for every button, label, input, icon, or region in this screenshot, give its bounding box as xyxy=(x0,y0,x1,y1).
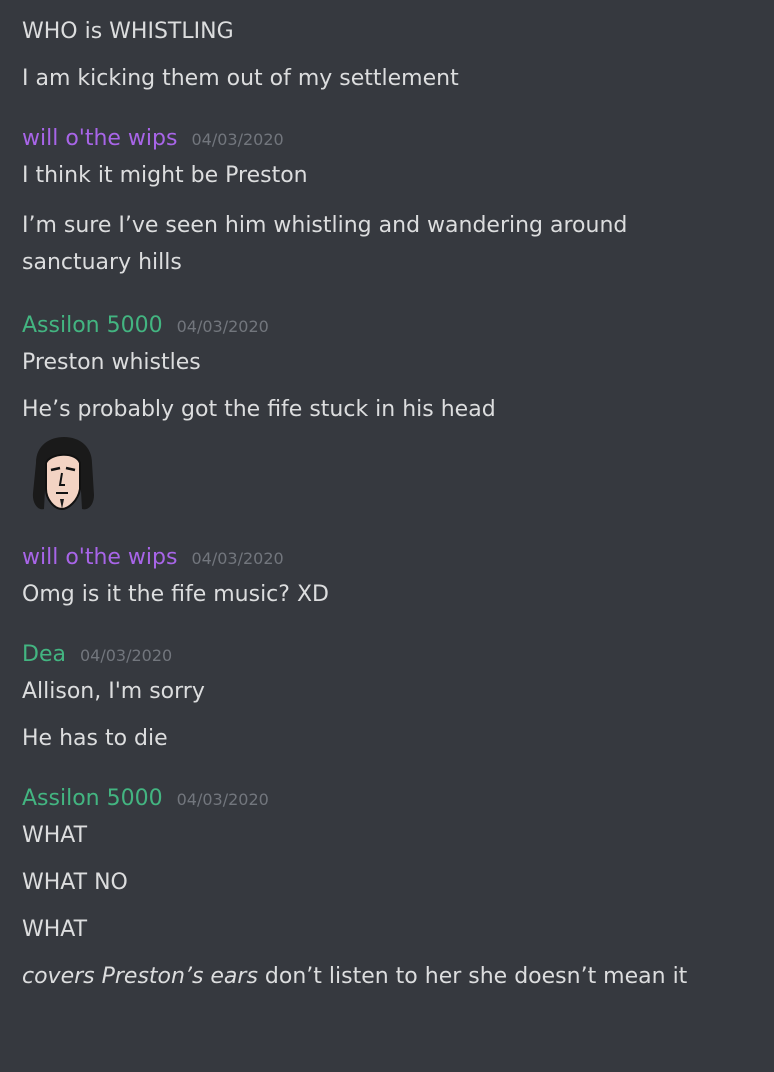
message-text: I am kicking them out of my settlement xyxy=(22,66,459,91)
author-name[interactable]: will o'the wips xyxy=(22,124,177,154)
timestamp: 04/03/2020 xyxy=(191,130,284,149)
face-emoji[interactable] xyxy=(22,433,102,513)
message-group: will o'the wips 04/03/2020 I think it mi… xyxy=(22,124,752,281)
message-text: WHAT NO xyxy=(22,870,128,895)
message-text: I think it might be Preston xyxy=(22,163,308,188)
message-text: Allison, I'm sorry xyxy=(22,679,205,704)
message-text: He has to die xyxy=(22,726,168,751)
author-name[interactable]: Assilon 5000 xyxy=(22,311,163,341)
message-group: WHO is WHISTLING I am kicking them out o… xyxy=(22,16,752,94)
timestamp: 04/03/2020 xyxy=(191,549,284,568)
timestamp: 04/03/2020 xyxy=(176,317,269,336)
message-header: Assilon 5000 04/03/2020 xyxy=(22,311,752,341)
message-header: Dea 04/03/2020 xyxy=(22,640,752,670)
message-text: WHAT xyxy=(22,917,88,942)
chat-log: WHO is WHISTLING I am kicking them out o… xyxy=(0,0,774,992)
message-header: will o'the wips 04/03/2020 xyxy=(22,124,752,154)
author-name[interactable]: Assilon 5000 xyxy=(22,784,163,814)
message-text: He’s probably got the fife stuck in his … xyxy=(22,397,496,422)
message-group: Assilon 5000 04/03/2020 Preston whistles… xyxy=(22,311,752,513)
timestamp: 04/03/2020 xyxy=(79,646,173,665)
message-header: Assilon 5000 04/03/2020 xyxy=(22,784,752,814)
message-text: Preston whistles xyxy=(22,350,201,375)
author-name[interactable]: will o'the wips xyxy=(22,543,177,573)
message-text: Omg is it the fife music? XD xyxy=(22,582,329,607)
message-group: Dea 04/03/2020 Allison, I'm sorry He has… xyxy=(22,640,752,754)
message-group: will o'the wips 04/03/2020 Omg is it the… xyxy=(22,543,752,610)
timestamp: 04/03/2020 xyxy=(176,790,269,809)
italic-text: covers Preston’s ears xyxy=(22,964,258,989)
message-header: will o'the wips 04/03/2020 xyxy=(22,543,752,573)
author-name[interactable]: Dea xyxy=(22,640,66,670)
message-text: I’m sure I’ve seen him whistling and wan… xyxy=(22,213,635,275)
message-text: covers Preston’s ears don’t listen to he… xyxy=(22,961,752,992)
message-text: WHAT xyxy=(22,823,88,848)
face-emoji-icon xyxy=(32,437,94,511)
message-text-rest: don’t listen to her she doesn’t mean it xyxy=(257,964,688,989)
message-group: Assilon 5000 04/03/2020 WHAT WHAT NO WHA… xyxy=(22,784,752,992)
message-text: WHO is WHISTLING xyxy=(22,19,234,44)
